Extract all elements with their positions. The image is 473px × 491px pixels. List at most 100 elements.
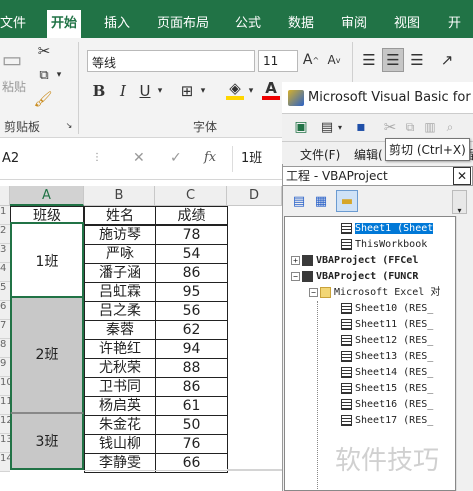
name-cell[interactable]: 尤秋荣 [84, 358, 156, 378]
vba-cut-icon[interactable]: ✂ [382, 118, 398, 136]
row-header[interactable]: 10 [0, 377, 13, 396]
name-cell[interactable]: 施访琴 [84, 225, 156, 245]
align-middle-icon[interactable]: ☰ [382, 48, 404, 72]
score-cell[interactable]: 54 [155, 244, 228, 264]
column-header-b[interactable]: B [84, 186, 155, 206]
borders-dropdown-icon[interactable]: ▾ [198, 82, 208, 100]
name-cell[interactable]: 吕之柔 [84, 301, 156, 321]
row-header[interactable]: 13 [0, 434, 13, 453]
score-cell[interactable]: 61 [155, 396, 228, 416]
score-cell[interactable]: 94 [155, 339, 228, 359]
row-header[interactable]: 5 [0, 282, 10, 301]
name-box-dropdown-icon[interactable]: ⋮ [92, 152, 102, 163]
name-cell[interactable]: 许艳红 [84, 339, 156, 359]
row-header[interactable]: 2 [0, 225, 10, 244]
italic-button[interactable]: I [116, 82, 130, 100]
score-cell[interactable]: 78 [155, 225, 228, 245]
tab-insert[interactable]: 插入 [104, 12, 130, 31]
tree-project-node[interactable]: + VBAProject (FFCel [291, 253, 418, 268]
tree-project-node[interactable]: − VBAProject (FUNCR [291, 269, 418, 284]
font-size-combo[interactable]: 11 [258, 50, 298, 72]
select-all-corner[interactable] [0, 186, 10, 206]
tree-module-node[interactable]: Sheet10 (RES_ [341, 301, 433, 316]
row-header[interactable]: 12 [0, 415, 13, 434]
fill-color-icon[interactable]: ◈ [226, 79, 244, 100]
format-painter-icon[interactable]: 🖌 [33, 90, 52, 108]
row-header[interactable]: 14 [0, 453, 13, 472]
collapse-icon[interactable]: − [291, 271, 300, 281]
column-header-c[interactable]: C [155, 186, 227, 206]
pane-scroll-icon[interactable]: ▾ [452, 190, 467, 215]
increase-font-icon[interactable]: A ^ [303, 50, 319, 70]
copy-icon[interactable]: ⧉ [36, 66, 52, 84]
score-cell[interactable]: 95 [155, 282, 228, 302]
name-cell[interactable]: 吕虹霖 [84, 282, 156, 302]
merged-cell-class-3[interactable]: 3班 [10, 413, 84, 470]
copy-dropdown-icon[interactable]: ▾ [54, 66, 64, 84]
header-cell-name[interactable]: 姓名 [84, 206, 156, 225]
name-cell[interactable]: 卫书同 [84, 377, 156, 397]
name-cell[interactable]: 杨启英 [84, 396, 156, 416]
tab-file[interactable]: 文件 [0, 12, 26, 31]
tree-module-node[interactable]: Sheet13 (RES_ [341, 349, 433, 364]
tab-data[interactable]: 数据 [288, 12, 314, 31]
tree-module-node[interactable]: Sheet11 (RES_ [341, 317, 433, 332]
tree-module-node[interactable]: ThisWorkbook [341, 237, 427, 252]
name-cell[interactable]: 朱金花 [84, 415, 156, 435]
column-d-empty[interactable] [227, 206, 282, 470]
score-cell[interactable]: 86 [155, 377, 228, 397]
save-icon[interactable]: ▪ [352, 118, 370, 136]
orientation-icon[interactable]: ↗ [438, 50, 456, 70]
menu-file[interactable]: 文件(F) [300, 146, 340, 163]
name-cell[interactable]: 钱山柳 [84, 434, 156, 454]
collapse-icon[interactable]: − [309, 287, 318, 297]
menu-edit[interactable]: 编辑( [354, 146, 383, 163]
underline-dropdown-icon[interactable]: ▾ [155, 82, 165, 100]
insert-function-button[interactable]: fx [204, 150, 216, 165]
name-cell[interactable]: 秦蓉 [84, 320, 156, 340]
bold-button[interactable]: B [92, 82, 106, 100]
clipboard-launcher-icon[interactable]: ↘ [64, 120, 74, 130]
row-header[interactable]: 1 [0, 206, 10, 225]
row-header[interactable]: 8 [0, 339, 10, 358]
enter-icon[interactable]: ✓ [170, 150, 182, 166]
column-header-a[interactable]: A [10, 186, 84, 206]
tree-module-node[interactable]: Sheet1 (Sheet [341, 221, 434, 236]
align-top-icon[interactable]: ☰ [360, 50, 378, 70]
column-header-d[interactable]: D [227, 186, 282, 206]
tree-folder-node[interactable]: − Microsoft Excel 对 [309, 285, 440, 300]
header-cell-score[interactable]: 成绩 [155, 206, 228, 225]
expand-icon[interactable]: + [291, 255, 300, 265]
merged-cell-class-1[interactable]: 1班 [10, 222, 84, 298]
score-cell[interactable]: 50 [155, 415, 228, 435]
vba-paste-icon[interactable]: ▥ [422, 118, 438, 136]
score-cell[interactable]: 76 [155, 434, 228, 454]
score-cell[interactable]: 86 [155, 263, 228, 283]
close-pane-icon[interactable]: ✕ [453, 167, 471, 185]
view-excel-icon[interactable]: ▣ [292, 118, 310, 136]
tab-developer[interactable]: 开 [448, 12, 461, 31]
view-object-icon[interactable]: ▦ [312, 192, 330, 210]
cut-icon[interactable]: ✂ [36, 42, 52, 60]
font-color-icon[interactable]: A [262, 79, 280, 100]
tree-scrollbar[interactable] [456, 216, 473, 491]
cancel-icon[interactable]: ✕ [133, 150, 145, 166]
tree-module-node[interactable]: Sheet15 (RES_ [341, 381, 433, 396]
row-header[interactable]: 4 [0, 263, 10, 282]
row-header[interactable]: 11 [0, 396, 13, 415]
tree-module-node[interactable]: Sheet16 (RES_ [341, 397, 433, 412]
score-cell[interactable]: 88 [155, 358, 228, 378]
row-header[interactable]: 7 [0, 320, 10, 339]
row-header[interactable]: 9 [0, 358, 10, 377]
name-cell[interactable]: 潘子涵 [84, 263, 156, 283]
tree-module-node[interactable]: Sheet14 (RES_ [341, 365, 433, 380]
merged-cell-class-2[interactable]: 2班 [10, 298, 84, 413]
name-cell[interactable]: 严咏 [84, 244, 156, 264]
empty-row[interactable] [84, 470, 282, 491]
fill-color-dropdown-icon[interactable]: ▾ [246, 82, 256, 100]
tab-formulas[interactable]: 公式 [235, 12, 261, 31]
tab-view[interactable]: 视图 [394, 12, 420, 31]
tab-page-layout[interactable]: 页面布局 [157, 12, 209, 31]
tab-review[interactable]: 审阅 [341, 12, 367, 31]
row-header[interactable]: 6 [0, 301, 10, 320]
